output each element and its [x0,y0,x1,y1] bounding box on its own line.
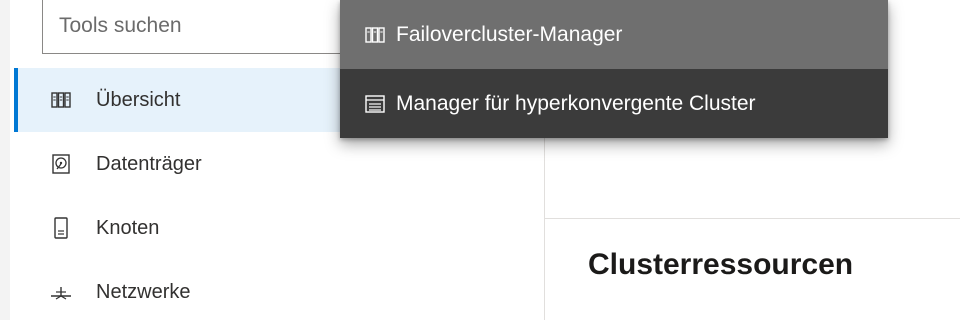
menu-item-hyperconverged-cluster-manager[interactable]: Manager für hyperkonvergente Cluster [340,69,888,138]
divider [545,218,960,219]
sidebar-item-disks[interactable]: Datenträger [14,132,544,196]
sidebar-item-nodes[interactable]: Knoten [14,196,544,260]
sidebar-item-label: Datenträger [96,152,202,175]
disk-icon [50,153,72,175]
sidebar-item-label: Knoten [96,216,160,239]
network-icon [50,281,72,303]
menu-item-label: Manager für hyperkonvergente Cluster [396,91,756,115]
hyperconverged-cluster-icon [364,93,386,115]
overview-icon [50,89,72,111]
failover-cluster-icon [364,24,386,46]
node-icon [50,217,72,239]
tools-dropdown-menu: Failovercluster-Manager Manager für hype… [340,0,888,138]
search-box[interactable] [42,0,362,54]
section-title: Clusterressourcen [588,248,854,281]
sidebar-item-networks[interactable]: Netzwerke [14,260,544,324]
menu-item-label: Failovercluster-Manager [396,22,623,46]
menu-item-failover-cluster-manager[interactable]: Failovercluster-Manager [340,0,888,69]
search-input[interactable] [57,13,347,39]
left-gutter [0,0,10,320]
sidebar-item-label: Netzwerke [96,280,191,303]
sidebar-item-label: Übersicht [96,88,181,111]
